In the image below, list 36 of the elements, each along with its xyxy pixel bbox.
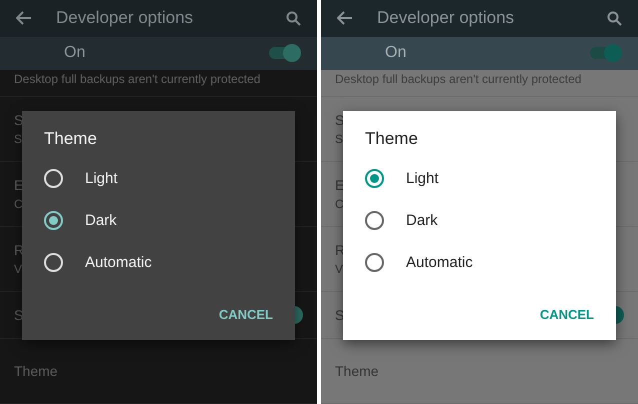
radio-button[interactable] — [365, 252, 384, 272]
master-toggle[interactable] — [590, 47, 620, 60]
option-label[interactable]: Automatic — [406, 254, 473, 270]
radio-button[interactable] — [365, 210, 384, 230]
option-label[interactable]: Light — [85, 170, 118, 186]
setting-title: Theme — [335, 363, 379, 379]
option-label[interactable]: Light — [406, 170, 439, 186]
option-label[interactable]: Dark — [406, 212, 438, 228]
dialog-title: Theme — [365, 129, 419, 149]
setting-summary: C — [14, 197, 24, 211]
setting-summary: S — [14, 132, 24, 146]
setting-summary: S — [335, 132, 344, 146]
screen-title: Developer options — [377, 8, 516, 28]
setting-summary: V — [335, 262, 344, 276]
setting-summary: V — [14, 262, 24, 276]
cancel-button[interactable]: CANCEL — [530, 301, 604, 328]
master-switch-label: On — [385, 44, 406, 62]
cancel-button[interactable]: CANCEL — [208, 301, 283, 328]
notice-text: Desktop full backups aren't currently protected — [0, 70, 317, 97]
setting-title: E — [335, 177, 344, 193]
search-icon[interactable] — [607, 10, 622, 26]
back-arrow-icon[interactable] — [337, 11, 353, 26]
screen-title: Developer options — [56, 8, 194, 28]
option-label[interactable]: Dark — [85, 212, 117, 228]
radio-button[interactable] — [44, 210, 63, 230]
dialog-title: Theme — [44, 129, 98, 149]
master-switch-label: On — [64, 44, 86, 62]
back-arrow-icon[interactable] — [16, 11, 32, 26]
search-icon[interactable] — [286, 10, 301, 26]
option-label[interactable]: Automatic — [85, 254, 152, 270]
radio-button[interactable] — [365, 168, 384, 188]
setting-summary: C — [335, 197, 344, 211]
setting-title: E — [14, 177, 24, 193]
master-toggle[interactable] — [269, 47, 299, 60]
notice-text: Desktop full backups aren't currently protected — [321, 70, 638, 97]
setting-title: Theme — [14, 363, 58, 379]
